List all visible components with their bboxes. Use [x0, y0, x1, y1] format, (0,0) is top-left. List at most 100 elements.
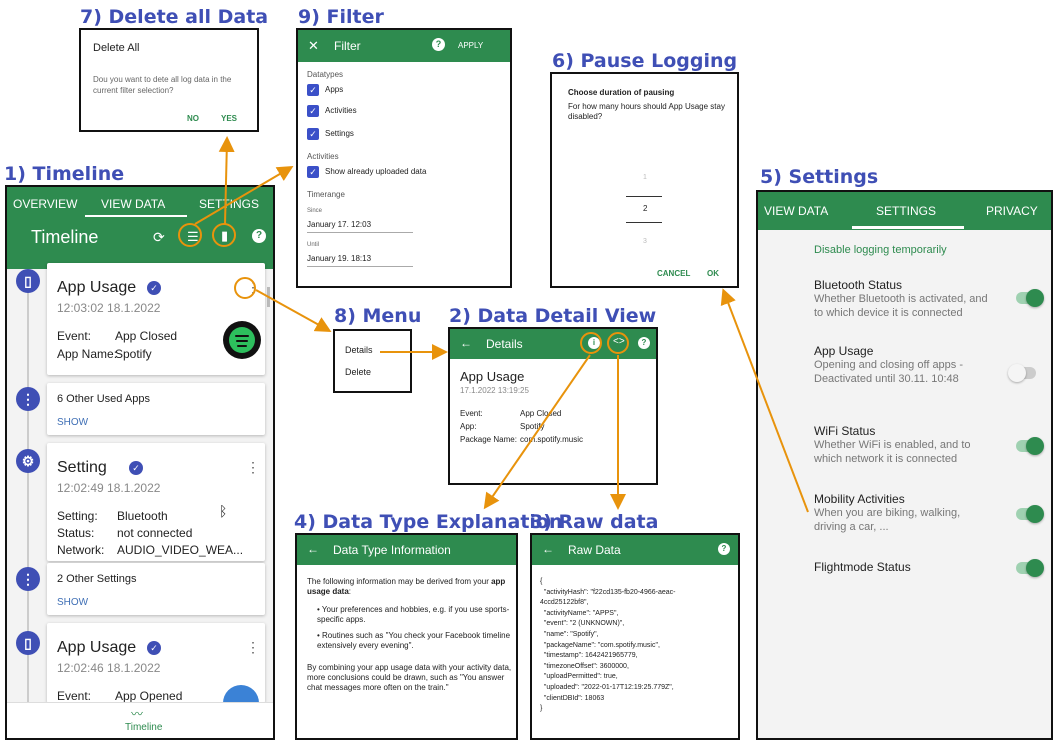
- raw-json-line: "timezoneOffset": 3600000,: [540, 662, 629, 670]
- tab-privacy[interactable]: PRIVACY: [986, 204, 1038, 218]
- menu-item-details[interactable]: Details: [345, 345, 373, 355]
- back-icon[interactable]: ←: [460, 336, 472, 350]
- cancel-button[interactable]: CANCEL: [657, 269, 690, 278]
- status-value: not connected: [117, 526, 193, 540]
- activities-label: Activities: [307, 152, 339, 161]
- settings-tabs: VIEW DATA SETTINGS PRIVACY: [758, 192, 1051, 230]
- yes-button[interactable]: YES: [221, 114, 237, 123]
- app-name-label: App Name:: [57, 347, 118, 361]
- more-icon[interactable]: ⋮: [246, 639, 260, 656]
- bluetooth-toggle[interactable]: [1016, 289, 1044, 307]
- section-title-filter: 9) Filter: [298, 6, 384, 28]
- bluetooth-icon: ᛒ: [219, 503, 228, 519]
- ok-button[interactable]: OK: [707, 269, 719, 278]
- detail-panel: ← Details i <> ? App Usage 17.1.2022 13:…: [448, 327, 658, 485]
- timeline-card-app-usage[interactable]: App Usage ✓ ⋮ 12:03:02 18.1.2022 Event: …: [47, 263, 265, 375]
- setting-bluetooth: Bluetooth Status Whether Bluetooth is ac…: [814, 278, 988, 319]
- apply-button[interactable]: APPLY: [458, 41, 483, 50]
- section-title-settings: 5) Settings: [760, 166, 879, 188]
- bottom-nav: 〰 Timeline: [7, 702, 273, 738]
- tab-overview[interactable]: OVERVIEW: [13, 197, 77, 211]
- filter-toolbar: ✕ Filter ? APPLY: [298, 30, 510, 62]
- section-title-detail: 2) Data Detail View: [449, 305, 657, 327]
- datatype-apps[interactable]: ✓ Apps: [307, 84, 343, 96]
- scrollbar[interactable]: [267, 287, 270, 307]
- trend-icon[interactable]: 〰: [131, 705, 143, 722]
- datatype-settings[interactable]: ✓ Settings: [307, 128, 354, 140]
- tab-view-data[interactable]: VIEW DATA: [101, 197, 165, 211]
- explanation-panel: ← Data Type Information The following in…: [295, 533, 518, 740]
- until-input[interactable]: January 19. 18:13: [307, 254, 371, 263]
- pause-message: For how many hours should App Usage stay…: [568, 102, 725, 121]
- raw-json: { "activityHash": "f22cd135-fb20-4966-ae…: [540, 577, 736, 715]
- help-icon[interactable]: ?: [252, 229, 266, 243]
- setting-mobility: Mobility Activities When you are biking,…: [814, 492, 961, 533]
- picker-value-3[interactable]: 3: [643, 238, 647, 245]
- menu-item-delete[interactable]: Delete: [345, 367, 371, 377]
- card-time: 12:03:02 18.1.2022: [57, 301, 161, 315]
- page-title: Timeline: [31, 227, 99, 247]
- sync-icon[interactable]: ⟳: [153, 229, 165, 246]
- highlight-code: [607, 332, 629, 354]
- detail-row-value: com.spotify.music: [520, 435, 583, 444]
- close-icon[interactable]: ✕: [308, 38, 319, 54]
- app-name-value: Spotify: [115, 347, 152, 361]
- verified-icon: ✓: [147, 641, 161, 655]
- event-label: Event:: [57, 689, 92, 703]
- mobility-toggle[interactable]: [1016, 505, 1044, 523]
- timeline-line: [27, 287, 29, 727]
- raw-json-line: }: [540, 705, 543, 713]
- tab-view-data[interactable]: VIEW DATA: [764, 204, 828, 218]
- detail-row-label: App:: [460, 422, 477, 431]
- setting-value: Bluetooth: [117, 509, 168, 523]
- help-icon[interactable]: ?: [718, 543, 730, 555]
- explanation-outro: By combining your app usage data with yo…: [307, 663, 512, 692]
- since-label: Since: [307, 208, 323, 214]
- setting-flightmode: Flightmode Status: [814, 560, 911, 574]
- checkbox-icon: ✓: [307, 105, 319, 117]
- section-title-pause: 6) Pause Logging: [552, 50, 738, 72]
- bottom-nav-timeline[interactable]: Timeline: [125, 722, 162, 733]
- help-icon[interactable]: ?: [432, 38, 445, 51]
- datatypes-label: Datatypes: [307, 70, 344, 79]
- disable-logging-link[interactable]: Disable logging temporarily: [814, 244, 947, 256]
- gear-icon: ⚙: [16, 449, 40, 473]
- detail-title: Details: [486, 337, 523, 351]
- tab-indicator: [85, 215, 187, 217]
- card-title: Setting: [57, 459, 107, 476]
- tab-indicator: [852, 226, 964, 229]
- timeline-card-app-usage[interactable]: App Usage ✓ ⋮ 12:02:46 18.1.2022 Event: …: [47, 623, 265, 703]
- flightmode-toggle[interactable]: [1016, 559, 1044, 577]
- no-button[interactable]: NO: [187, 114, 199, 123]
- picker-value-1[interactable]: 1: [643, 174, 647, 181]
- delete-dialog-title: Delete All: [93, 42, 140, 54]
- tab-settings[interactable]: SETTINGS: [199, 197, 259, 211]
- settings-app-icon: [223, 685, 259, 703]
- timeline-group-settings[interactable]: 2 Other Settings SHOW: [47, 563, 265, 615]
- timeline-card-setting[interactable]: Setting ✓ ⋮ 12:02:49 18.1.2022 Setting: …: [47, 443, 265, 561]
- phone-icon: ▯: [16, 269, 40, 293]
- timeline-group-apps[interactable]: 6 Other Used Apps SHOW: [47, 383, 265, 435]
- checkbox-icon: ✓: [307, 84, 319, 96]
- show-button[interactable]: SHOW: [57, 597, 88, 608]
- back-icon[interactable]: ←: [307, 542, 319, 556]
- picker-value-2[interactable]: 2: [643, 204, 647, 213]
- show-uploaded-checkbox[interactable]: ✓ Show already uploaded data: [307, 166, 426, 178]
- event-label: Event:: [57, 329, 92, 343]
- pause-title: Choose duration of pausing: [568, 88, 675, 97]
- tab-settings[interactable]: SETTINGS: [876, 204, 936, 218]
- delete-dialog: Delete All Dou you want to dete all log …: [79, 28, 259, 132]
- since-input[interactable]: January 17. 12:03: [307, 220, 371, 229]
- show-button[interactable]: SHOW: [57, 417, 88, 428]
- help-icon[interactable]: ?: [638, 337, 650, 349]
- datatype-activities[interactable]: ✓ Activities: [307, 105, 357, 117]
- back-icon[interactable]: ←: [542, 542, 554, 556]
- setting-label: Setting:: [57, 509, 98, 523]
- event-value: App Opened: [115, 689, 183, 703]
- highlight-menu: [234, 277, 256, 299]
- wifi-toggle[interactable]: [1016, 437, 1044, 455]
- more-icon[interactable]: ⋮: [246, 459, 260, 476]
- app-usage-toggle[interactable]: [1008, 364, 1036, 382]
- raw-json-line: 4ccd25122bf8",: [540, 599, 589, 607]
- raw-json-line: "uploadPermitted": true,: [540, 673, 618, 681]
